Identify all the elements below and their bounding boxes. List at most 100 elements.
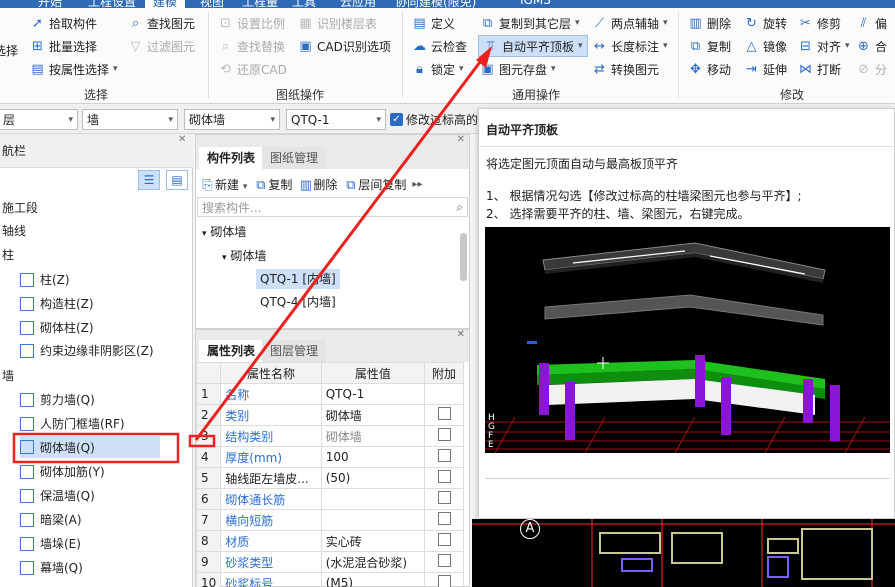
close-icon[interactable]: ✕ <box>178 134 186 145</box>
nav-item[interactable]: 柱(Z) <box>20 271 70 288</box>
attach-checkbox[interactable] <box>437 428 451 441</box>
table-row[interactable]: 2 类别 砌体墙 <box>195 404 464 426</box>
select-by-attribute-button[interactable]: ▤ 按属性选择 ▾ <box>30 58 117 80</box>
table-row[interactable]: 10 砂浆标号 (M5) <box>195 572 464 587</box>
property-value[interactable]: 砌体墙 <box>320 404 426 426</box>
tree-child[interactable]: ▾ 砌体墙 <box>222 247 266 264</box>
property-value[interactable] <box>320 509 426 531</box>
attach-checkbox[interactable] <box>437 491 451 504</box>
rotate-button[interactable]: ↻ 旋转 <box>744 12 787 34</box>
restore-cad-button[interactable]: ⟲ 还原CAD <box>218 58 287 80</box>
merge-button[interactable]: ⊕ 合 <box>856 35 887 57</box>
drawing-canvas[interactable]: A <box>472 519 895 587</box>
filter-drawing-button[interactable]: ▽ 过滤图元 <box>128 35 196 57</box>
tab-layer-management[interactable]: 图层管理 <box>262 340 327 362</box>
property-value[interactable]: 100 <box>320 446 426 468</box>
nav-item[interactable]: 人防门框墙(RF) <box>20 415 125 432</box>
batch-select-button[interactable]: ⊞ 批量选择 <box>30 35 97 57</box>
nav-item[interactable]: 柱 <box>2 246 14 263</box>
convert-element-button[interactable]: ⇄ 转换图元 <box>592 58 659 80</box>
table-row[interactable]: 3 结构类别 砌体墙 <box>195 425 464 447</box>
attach-checkbox[interactable] <box>437 470 451 483</box>
nav-item[interactable]: 砌体墙(Q) <box>20 436 160 458</box>
find-drawing-button[interactable]: ⌕ 查找图元 <box>128 12 195 34</box>
offset-button[interactable]: ⫽ 偏 <box>856 12 887 34</box>
tree-leaf[interactable]: QTQ-4 [内墙] <box>260 293 336 310</box>
nav-item[interactable]: 墙 <box>2 367 14 384</box>
ribbon-tab[interactable]: 工程量 <box>242 0 278 8</box>
table-row[interactable]: 5 轴线距左墙皮... (50) <box>195 467 464 489</box>
table-row[interactable]: 9 砂浆类型 (水泥混合砂浆) <box>195 551 464 573</box>
table-row[interactable]: 6 砌体通长筋 <box>195 488 464 510</box>
nav-item[interactable]: 保温墙(Q) <box>20 487 95 504</box>
attach-checkbox[interactable] <box>437 575 451 587</box>
lock-button[interactable]: 🔒︎ 锁定 ▾ <box>412 58 464 80</box>
split-button[interactable]: ⊘ 分 <box>856 58 887 80</box>
nav-item[interactable]: 砌体加筋(Y) <box>20 463 105 480</box>
tree-leaf-selected[interactable]: QTQ-1 [内墙] <box>256 269 340 289</box>
cad-identify-options-button[interactable]: ▣ CAD识别选项 <box>298 35 391 57</box>
modify-elevation-checkbox[interactable]: ✓ <box>390 113 403 126</box>
find-replace-button[interactable]: ⌕ 查找替换 <box>218 35 285 57</box>
copy-to-other-floor-button[interactable]: ⧉ 复制到其它层 ▾ <box>480 12 580 34</box>
break-button[interactable]: ⋈ 打断 <box>798 58 841 80</box>
ribbon-tab[interactable]: 云应用 <box>340 0 376 8</box>
ribbon-tab[interactable]: 开始 <box>38 0 62 8</box>
property-value[interactable]: (50) <box>320 467 426 489</box>
tab-drawing-management[interactable]: 图纸管理 <box>262 147 327 169</box>
table-row[interactable]: 4 厚度(mm) 100 <box>195 446 464 468</box>
copy-component-button[interactable]: ⧉ 复制 <box>253 176 292 193</box>
auto-align-slab-button[interactable]: ⫪ 自动平齐顶板 ▾ <box>478 35 588 57</box>
pick-component-button[interactable]: ➚ 拾取构件 <box>30 12 97 34</box>
tab-property-list[interactable]: 属性列表 <box>199 340 264 362</box>
define-button[interactable]: ▤ 定义 <box>412 12 455 34</box>
floor-select[interactable]: 层 ▾ <box>0 109 78 130</box>
nav-item[interactable]: 暗梁(A) <box>20 511 82 528</box>
detail-view-icon[interactable]: ▤ <box>166 170 188 190</box>
property-value[interactable]: 实心砖 <box>320 530 426 552</box>
mirror-button[interactable]: △ 镜像 <box>744 35 788 57</box>
nav-item[interactable]: 构造柱(Z) <box>20 295 94 312</box>
more-icon[interactable]: ▸▸ <box>412 179 422 190</box>
attach-checkbox[interactable] <box>437 533 451 546</box>
set-scale-button[interactable]: ⊡ 设置比例 <box>218 12 285 34</box>
category-select[interactable]: 墙 ▾ <box>82 109 178 130</box>
property-value[interactable] <box>320 488 426 510</box>
new-button[interactable]: ⎘ 新建 ▾ <box>200 176 247 193</box>
property-value[interactable]: QTQ-1 <box>320 383 426 405</box>
cloud-check-button[interactable]: ☁ 云检查 <box>412 35 467 57</box>
table-row[interactable]: 7 横向短筋 <box>195 509 464 531</box>
list-view-icon[interactable]: ☰ <box>138 170 160 190</box>
ribbon-tab[interactable]: 视图 <box>200 0 224 8</box>
table-row[interactable]: 1 名称 QTQ-1 <box>195 383 464 405</box>
delete-component-button[interactable]: ▥删除 <box>298 176 338 193</box>
identify-floors-button[interactable]: ▦ 识别楼层表 <box>298 12 377 34</box>
move-button[interactable]: ✥ 移动 <box>688 58 731 80</box>
property-value[interactable]: (M5) <box>320 572 426 587</box>
nav-item[interactable]: 幕墙(Q) <box>20 559 83 576</box>
copy-button[interactable]: ⧉ 复制 <box>688 35 731 57</box>
nav-item[interactable]: 剪力墙(Q) <box>20 391 95 408</box>
table-row[interactable]: 8 材质 实心砖 <box>195 530 464 552</box>
attach-checkbox[interactable] <box>437 512 451 525</box>
tab-component-list[interactable]: 构件列表 <box>199 147 264 169</box>
tree-root[interactable]: ▾ 砌体墙 <box>202 223 246 240</box>
scrollbar[interactable] <box>460 233 467 281</box>
ribbon-tab[interactable]: IGMS <box>520 0 551 7</box>
delete-button[interactable]: ▥ 删除 <box>688 12 731 34</box>
two-point-axis-button[interactable]: ⟋ 两点辅轴 ▾ <box>592 12 668 34</box>
type-select[interactable]: 砌体墙 ▾ <box>184 109 280 130</box>
ribbon-tab[interactable]: 协同建模(限免) <box>395 0 476 8</box>
close-icon[interactable]: ✕ <box>457 134 465 145</box>
floor-copy-button[interactable]: ⧉ 层间复制 <box>343 176 406 193</box>
ribbon-tab[interactable]: 工程设置 <box>88 0 136 8</box>
component-search-input[interactable]: 搜索构件... ⌕ <box>197 197 468 217</box>
select-button[interactable]: 选择 <box>0 42 18 76</box>
trim-button[interactable]: ✂ 修剪 <box>798 12 841 34</box>
attach-checkbox[interactable] <box>437 554 451 567</box>
extend-button[interactable]: ⇥ 延伸 <box>744 58 787 80</box>
attach-checkbox[interactable] <box>437 407 451 420</box>
property-value[interactable]: (水泥混合砂浆) <box>320 551 426 573</box>
align-button[interactable]: ⊟ 对齐 ▾ <box>798 35 850 57</box>
nav-item[interactable]: 轴线 <box>2 222 26 239</box>
